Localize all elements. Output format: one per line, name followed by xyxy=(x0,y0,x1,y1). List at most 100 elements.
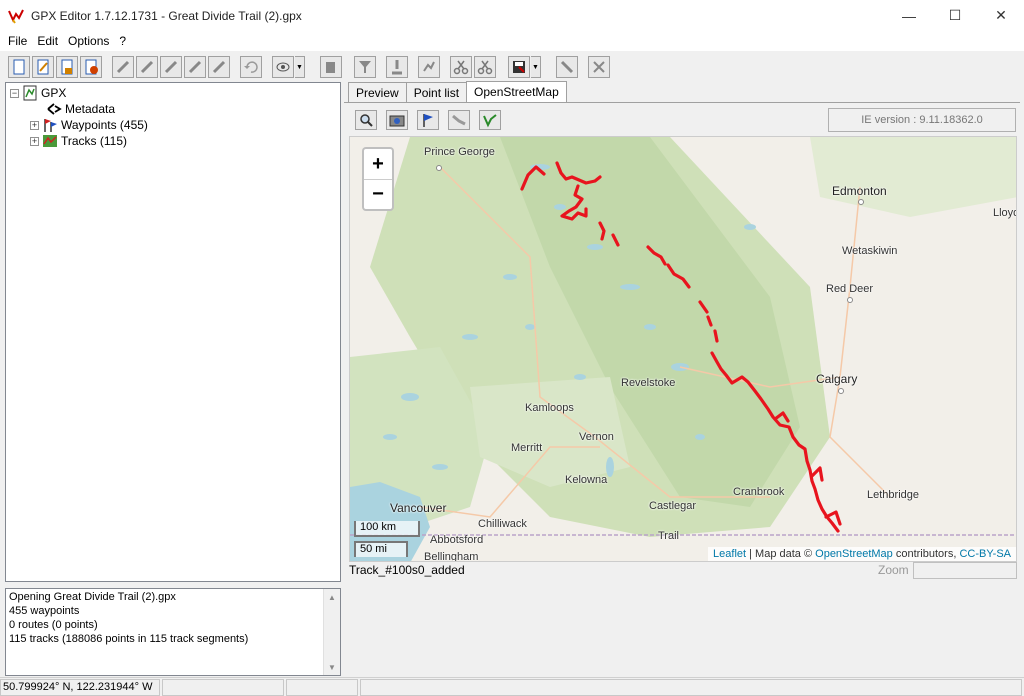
delete-icon xyxy=(593,61,605,73)
city-marker xyxy=(858,199,864,205)
filter-icon xyxy=(359,61,371,73)
zoom-in-button[interactable]: + xyxy=(364,149,392,179)
place-label: Prince George xyxy=(424,146,495,158)
scroll-up-icon[interactable]: ▲ xyxy=(324,589,340,605)
minimize-button[interactable]: — xyxy=(886,0,932,31)
close-button[interactable]: ✕ xyxy=(978,0,1024,31)
place-label: Vernon xyxy=(579,431,614,443)
tree-node-waypoints[interactable]: + Waypoints (455) xyxy=(30,117,148,133)
place-label: Lethbridge xyxy=(867,489,919,501)
menu-bar: File Edit Options ? xyxy=(0,31,1024,51)
maximize-button[interactable]: ☐ xyxy=(932,0,978,31)
magnifier-icon xyxy=(360,114,373,127)
edit-file-icon xyxy=(37,59,49,75)
map-screenshot-button[interactable] xyxy=(386,110,408,130)
city-marker xyxy=(436,165,442,171)
map-zoom-button[interactable] xyxy=(355,110,377,130)
map-route-button[interactable] xyxy=(448,110,470,130)
place-label: Calgary xyxy=(816,372,858,386)
license-link[interactable]: CC-BY-SA xyxy=(959,548,1011,560)
tree-label-tracks: Tracks (115) xyxy=(61,134,128,148)
tool-icon xyxy=(116,60,130,74)
tool-icon xyxy=(188,60,202,74)
simplify-button[interactable] xyxy=(418,56,440,78)
gpx-file-icon xyxy=(23,85,37,101)
tab-point-list[interactable]: Point list xyxy=(405,82,468,102)
status-bar: 50.799924° N, 122.231944° W xyxy=(0,677,1024,696)
expand-icon[interactable]: + xyxy=(30,136,39,146)
simplify-icon xyxy=(423,61,435,72)
ie-version-field: IE version : 9.11.18362.0 xyxy=(828,108,1016,132)
place-label: Revelstoke xyxy=(621,377,676,389)
new-file-button[interactable] xyxy=(8,56,30,78)
view-button[interactable] xyxy=(272,56,294,78)
tree-node-tracks[interactable]: + Tracks (115) xyxy=(30,133,127,149)
tool-button-1[interactable] xyxy=(112,56,134,78)
route-icon xyxy=(452,114,466,126)
scissors-icon xyxy=(453,60,469,75)
tree-node-gpx[interactable]: − GPX xyxy=(10,85,66,101)
close-file-button[interactable] xyxy=(80,56,102,78)
save-file-icon xyxy=(61,59,73,75)
menu-options[interactable]: Options xyxy=(63,34,114,48)
place-label: Chilliwack xyxy=(478,518,527,530)
tool-button-3[interactable] xyxy=(160,56,182,78)
delete-button[interactable] xyxy=(588,56,610,78)
place-label: Bellingham xyxy=(424,551,479,562)
floppy-icon xyxy=(513,61,525,73)
view-dropdown[interactable]: ▼ xyxy=(295,56,305,78)
tab-preview[interactable]: Preview xyxy=(348,82,407,102)
tab-openstreetmap[interactable]: OpenStreetMap xyxy=(466,81,567,102)
place-label: Cranbrook xyxy=(733,486,785,498)
osm-link[interactable]: OpenStreetMap xyxy=(815,548,893,560)
tool-button-5[interactable] xyxy=(208,56,230,78)
place-label: Edmonton xyxy=(832,184,887,198)
collapse-icon[interactable]: − xyxy=(10,88,19,98)
tool-button-4[interactable] xyxy=(184,56,206,78)
log-scrollbar[interactable]: ▲ ▼ xyxy=(323,589,340,675)
map-track-button[interactable] xyxy=(479,110,501,130)
tree-node-metadata[interactable]: Metadata xyxy=(46,101,115,117)
zoom-field[interactable] xyxy=(913,562,1017,579)
app-logo-icon xyxy=(8,9,24,24)
track-status: Track_#100s0_added xyxy=(349,563,465,577)
zoom-out-button[interactable]: − xyxy=(364,179,392,209)
place-label: Wetaskiwin xyxy=(842,245,898,257)
menu-file[interactable]: File xyxy=(3,34,32,48)
export-dropdown[interactable]: ▼ xyxy=(531,56,541,78)
close-icon: ✕ xyxy=(995,7,1007,23)
expand-icon[interactable]: + xyxy=(30,120,39,130)
filter-button[interactable] xyxy=(354,56,376,78)
toolbar: ▼ ▼ xyxy=(0,53,1024,81)
status-cell xyxy=(360,679,1022,696)
status-cell xyxy=(162,679,284,696)
menu-help[interactable]: ? xyxy=(114,34,131,48)
zoom-label: Zoom xyxy=(878,563,909,577)
osm-map[interactable]: + − Prince George Edmonton Lloyd Wetaski… xyxy=(349,136,1017,562)
pen-icon xyxy=(560,60,574,74)
export-button[interactable] xyxy=(508,56,530,78)
coords-display: 50.799924° N, 122.231944° W xyxy=(0,679,160,696)
log-line: 455 waypoints xyxy=(9,605,80,617)
leaflet-link[interactable]: Leaflet xyxy=(713,548,746,560)
copy-icon xyxy=(326,62,335,73)
undo-button[interactable] xyxy=(240,56,262,78)
map-waypoints-button[interactable] xyxy=(417,110,439,130)
split-button[interactable] xyxy=(386,56,408,78)
menu-edit[interactable]: Edit xyxy=(32,34,63,48)
scroll-down-icon[interactable]: ▼ xyxy=(324,659,340,675)
gps-button[interactable] xyxy=(556,56,578,78)
copy-button[interactable] xyxy=(320,56,342,78)
scale-mi: 50 mi xyxy=(354,541,408,557)
open-file-button[interactable] xyxy=(32,56,54,78)
log-line: 0 routes (0 points) xyxy=(9,619,98,631)
flag-icon xyxy=(423,114,433,127)
cut-segment-button[interactable] xyxy=(474,56,496,78)
status-cell xyxy=(286,679,358,696)
flags-icon xyxy=(44,119,57,132)
save-file-button[interactable] xyxy=(56,56,78,78)
place-label: Kamloops xyxy=(525,402,574,414)
tool-button-2[interactable] xyxy=(136,56,158,78)
tree-label-gpx: GPX xyxy=(41,86,67,100)
cut-button[interactable] xyxy=(450,56,472,78)
